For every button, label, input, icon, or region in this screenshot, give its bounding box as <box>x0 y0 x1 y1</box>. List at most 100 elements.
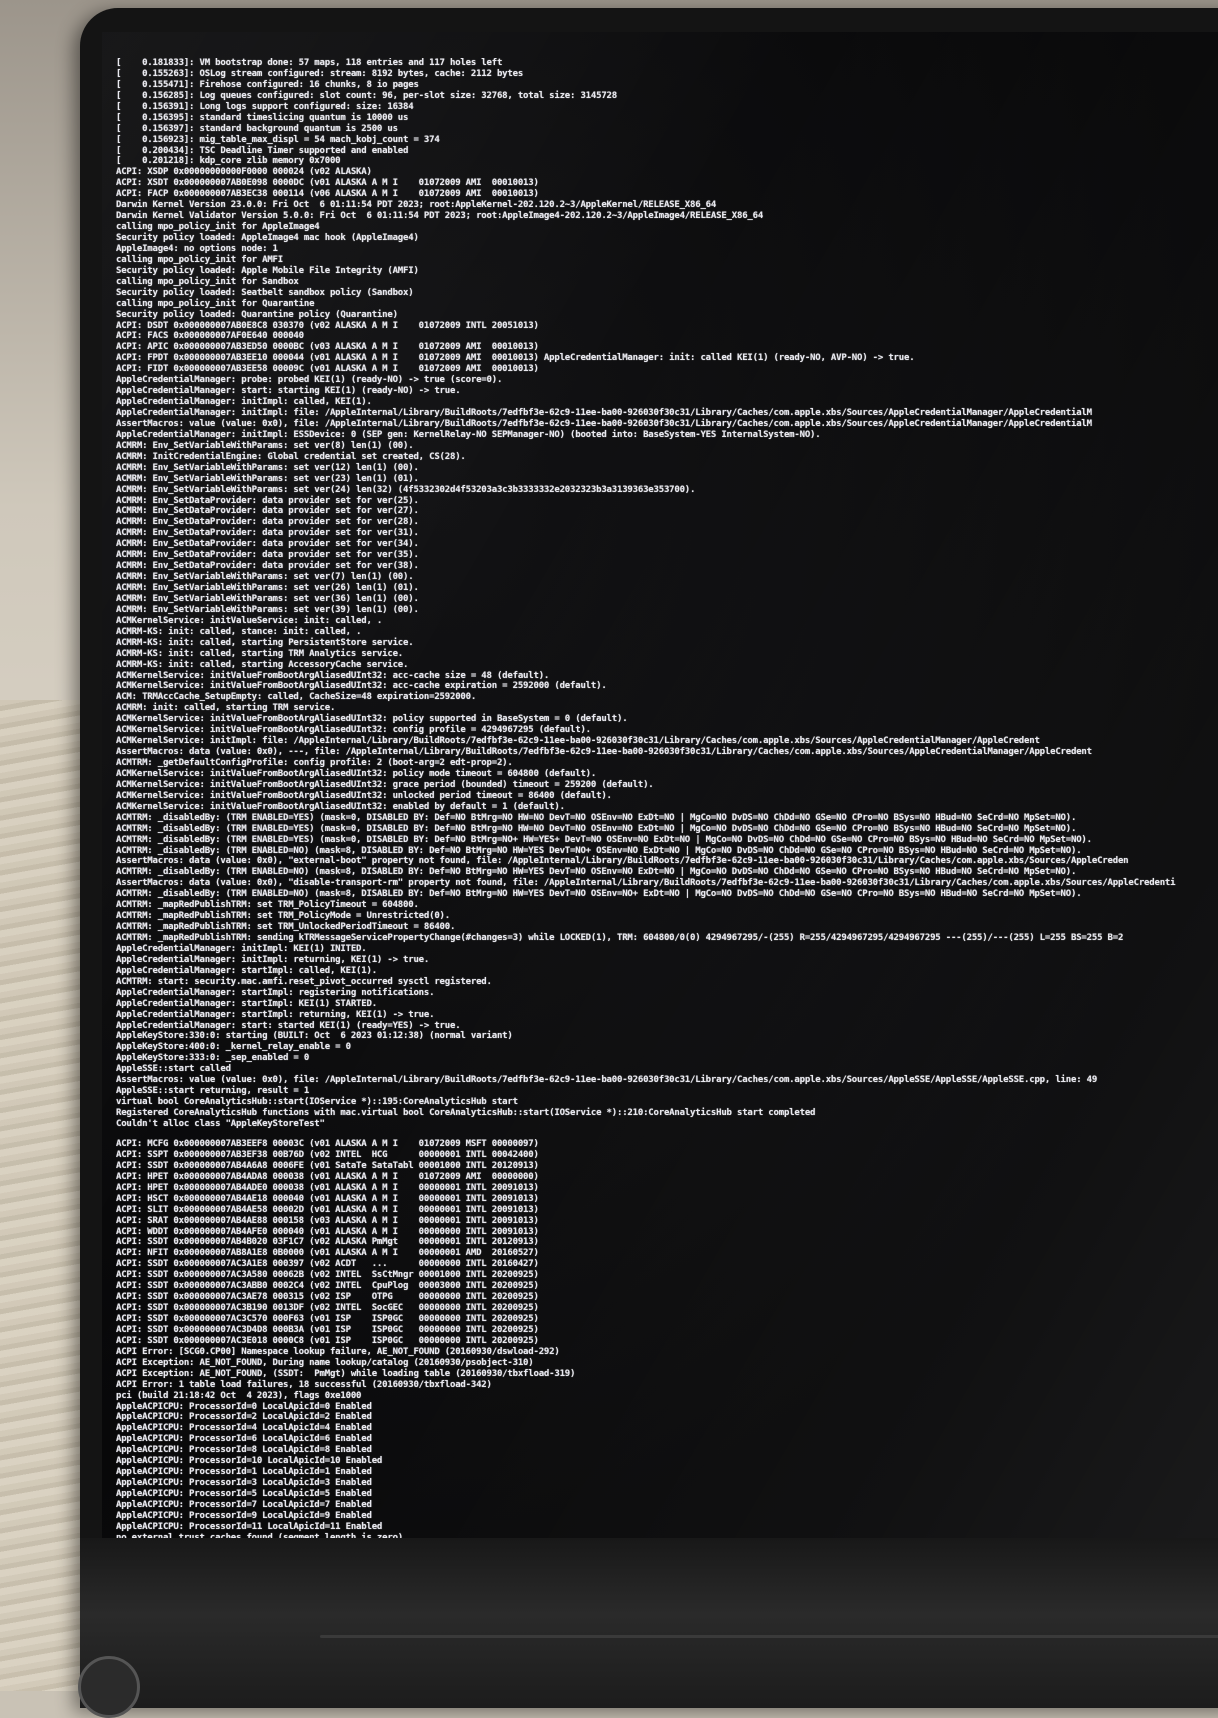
log-line: ACMRM-KS: init: called, starting TRM Ana… <box>116 648 404 659</box>
log-line: ACPI: FACS 0x000000007AF0E640 000040 <box>116 331 304 342</box>
log-line: ACPI: XSDT 0x000000007AB0E098 0000DC (v0… <box>116 178 539 189</box>
log-line: calling mpo_policy_init for Sandbox <box>116 276 299 287</box>
log-line: ACPI: SSDT 0x000000007AC3A1E8 000397 (v0… <box>116 1259 539 1270</box>
log-line: ACMRM: Env_SetVariableWithParams: set ve… <box>116 484 696 495</box>
verbose-boot-log-bottom: ACPI: MCFG 0x000000007AB3EEF8 00003C (v0… <box>116 1139 1218 1558</box>
log-line: AppleACPICPU: ProcessorId=0 LocalApicId=… <box>116 1401 372 1412</box>
log-line: ACMKernelService: initValueService: init… <box>116 615 383 626</box>
log-line: AppleCredentialManager: start: started K… <box>116 1020 461 1031</box>
log-line: ACMTRM: _getDefaultConfigProfile: config… <box>116 758 513 768</box>
log-line: AppleACPICPU: ProcessorId=4 LocalApicId=… <box>116 1423 372 1434</box>
log-line: ACMKernelService: initValueFromBootArgAl… <box>116 670 550 681</box>
log-line: ACPI: SSDT 0x000000007AC3AE78 000315 (v0… <box>116 1292 539 1303</box>
log-line: ACMRM: Env_SetVariableWithParams: set ve… <box>116 473 419 484</box>
log-line: AppleACPICPU: ProcessorId=7 LocalApicId=… <box>116 1499 372 1510</box>
log-line: AppleCredentialManager: initImpl: ESSDev… <box>116 429 821 440</box>
log-line: ACPI: SSDT 0x000000007AC3D4D8 000B3A (v0… <box>116 1324 539 1335</box>
log-line: ACMRM: init: called, starting TRM servic… <box>116 703 336 714</box>
log-line: ACMTRM: start: security.mac.amfi.reset_p… <box>116 976 492 987</box>
log-line: ACPI: SSDT 0x000000007AC3B190 0013DF (v0… <box>116 1303 539 1314</box>
log-line: calling mpo_policy_init for Quarantine <box>116 298 315 309</box>
log-line: [ 0.200434]: TSC Deadline Timer supporte… <box>116 145 409 156</box>
log-line: AppleCredentialManager: probe: probed KE… <box>116 375 503 386</box>
log-line: AppleSSE::start returning, result = 1 <box>116 1086 310 1097</box>
log-line: ACMTRM: _disabledBy: (TRM ENABLED=NO) (m… <box>116 845 1082 856</box>
log-line: [ 0.156391]: Long logs support configure… <box>116 101 414 112</box>
log-line: AppleACPICPU: ProcessorId=1 LocalApicId=… <box>116 1467 372 1478</box>
log-line: AppleKeyStore:330:0: starting (BUILT: Oc… <box>116 1031 513 1042</box>
log-line: ACMKernelService: initValueFromBootArgAl… <box>116 790 612 801</box>
log-line: ACPI: SSPT 0x000000007AB3EF38 00B76D (v0… <box>116 1149 539 1160</box>
log-line: calling mpo_policy_init for AMFI <box>116 254 283 265</box>
log-line: AssertMacros: data (value: 0x0), "disabl… <box>116 878 1176 889</box>
log-line: [ 0.156923]: mig_table_max_displ = 54 ma… <box>116 134 440 145</box>
log-line: Darwin Kernel Version 23.0.0: Fri Oct 6 … <box>116 200 717 211</box>
log-line: ACPI: HSCT 0x000000007AB4AE18 000040 (v0… <box>116 1193 539 1204</box>
boot-screen: [ 0.181833]: VM bootstrap done: 57 maps,… <box>102 32 1218 1558</box>
log-line: ACPI: HPET 0x000000007AB4ADE0 000038 (v0… <box>116 1182 539 1193</box>
log-line: AppleKeyStore:333:0: _sep_enabled = 0 <box>116 1053 310 1064</box>
log-line: Darwin Kernel Validator Version 5.0.0: F… <box>116 211 764 222</box>
log-line: calling mpo_policy_init for AppleImage4 <box>116 222 320 233</box>
log-line: AppleACPICPU: ProcessorId=6 LocalApicId=… <box>116 1434 372 1445</box>
log-line: ACMRM-KS: init: called, stance: init: ca… <box>116 626 362 637</box>
log-line: ACPI: SLIT 0x000000007AB4AE58 00002D (v0… <box>116 1204 539 1215</box>
log-line: [ 0.201218]: kdp_core zlib memory 0x7000 <box>116 156 341 167</box>
log-line: ACMRM-KS: init: called, starting Accesso… <box>116 659 409 670</box>
log-line: AppleACPICPU: ProcessorId=2 LocalApicId=… <box>116 1412 372 1423</box>
bottom-bezel <box>80 1538 1218 1708</box>
log-line: AssertMacros: value (value: 0x0), file: … <box>116 1075 1098 1086</box>
log-line: ACMTRM: _mapRedPublishTRM: set TRM_Unloc… <box>116 922 456 933</box>
log-line: ACMTRM: _disabledBy: (TRM ENABLED=NO) (m… <box>116 889 1082 900</box>
log-line: ACMKernelService: initImpl: file: /Apple… <box>116 736 1040 747</box>
log-line: AppleACPICPU: ProcessorId=9 LocalApicId=… <box>116 1510 372 1521</box>
log-line: AppleImage4: no options node: 1 <box>116 243 278 254</box>
log-line: pci (build 21:18:42 Oct 4 2023), flags 0… <box>116 1390 362 1401</box>
log-line: ACMRM: Env_SetDataProvider: data provide… <box>116 528 419 539</box>
log-line: ACMTRM: _disabledBy: (TRM ENABLED=YES) (… <box>116 834 1092 845</box>
log-line: ACMRM: Env_SetDataProvider: data provide… <box>116 495 419 506</box>
log-line: AppleCredentialManager: initImpl: file: … <box>116 408 1092 418</box>
log-line: Registered CoreAnalyticsHub functions wi… <box>116 1108 816 1118</box>
log-line: ACMKernelService: initValueFromBootArgAl… <box>116 714 628 725</box>
laptop-corner-foot <box>78 1656 140 1718</box>
log-line: ACPI: FACP 0x000000007AB3EC38 000114 (v0… <box>116 189 539 200</box>
log-line: ACMKernelService: initValueFromBootArgAl… <box>116 779 654 790</box>
log-line: ACPI: SRAT 0x000000007AB4AE88 000158 (v0… <box>116 1215 539 1226</box>
log-line: ACMKernelService: initValueFromBootArgAl… <box>116 681 607 692</box>
log-line: AssertMacros: value (value: 0x0), file: … <box>116 418 1092 429</box>
log-line: ACMRM: Env_SetDataProvider: data provide… <box>116 561 419 572</box>
log-line: ACMRM: Env_SetDataProvider: data provide… <box>116 517 419 528</box>
log-line: AppleCredentialManager: initImpl: called… <box>116 397 372 408</box>
log-line: ACPI Error: [SCG0.CP00] Namespace lookup… <box>116 1346 560 1357</box>
log-line: Couldn't alloc class "AppleKeyStoreTest" <box>116 1118 325 1129</box>
log-line: ACPI Exception: AE_NOT_FOUND, (SSDT: PmM… <box>116 1368 576 1379</box>
log-line: AppleACPICPU: ProcessorId=10 LocalApicId… <box>116 1456 383 1467</box>
log-line: ACPI: FIDT 0x000000007AB3EE58 00009C (v0… <box>116 364 539 375</box>
log-line: ACMTRM: _disabledBy: (TRM ENABLED=YES) (… <box>116 812 1077 823</box>
log-line: AppleCredentialManager: startImpl: regis… <box>116 987 435 998</box>
log-line: ACPI: HPET 0x000000007AB4ADA8 000038 (v0… <box>116 1171 539 1182</box>
log-line: virtual bool CoreAnalyticsHub::start(IOS… <box>116 1097 518 1108</box>
log-line: AppleCredentialManager: start: starting … <box>116 386 461 397</box>
log-line: Security policy loaded: Apple Mobile Fil… <box>116 265 419 276</box>
log-line: ACPI: SSDT 0x000000007AB4A6A8 0006FE (v0… <box>116 1160 539 1171</box>
log-line: ACMRM-KS: init: called, starting Persist… <box>116 637 414 648</box>
log-line: ACMRM: Env_SetVariableWithParams: set ve… <box>116 572 414 583</box>
log-line: ACMKernelService: initValueFromBootArgAl… <box>116 725 591 736</box>
log-line: ACMKernelService: initValueFromBootArgAl… <box>116 801 565 812</box>
log-line: AppleCredentialManager: initImpl: return… <box>116 954 430 965</box>
log-line: ACMTRM: _disabledBy: (TRM ENABLED=NO) (m… <box>116 867 1077 878</box>
log-line: ACMRM: Env_SetVariableWithParams: set ve… <box>116 440 414 451</box>
log-line: ACPI: NFIT 0x000000007AB8A1E8 0B0000 (v0… <box>116 1248 539 1259</box>
log-line: ACMRM: Env_SetDataProvider: data provide… <box>116 550 419 561</box>
log-line: ACPI: SSDT 0x000000007AC3C570 000F63 (v0… <box>116 1314 539 1324</box>
log-line: AppleACPICPU: ProcessorId=3 LocalApicId=… <box>116 1478 372 1489</box>
log-line: Security policy loaded: Quarantine polic… <box>116 309 398 320</box>
log-line: ACPI Exception: AE_NOT_FOUND, During nam… <box>116 1357 534 1368</box>
hinge-line <box>320 1635 1218 1638</box>
log-line: [ 0.156397]: standard background quantum… <box>116 123 398 134</box>
log-line: ACPI: APIC 0x000000007AB3ED50 0000BC (v0… <box>116 342 539 353</box>
log-line: [ 0.155263]: OSLog stream configured: st… <box>116 68 524 79</box>
log-line: ACM: TRMAccCache_SetupEmpty: called, Cac… <box>116 692 477 703</box>
